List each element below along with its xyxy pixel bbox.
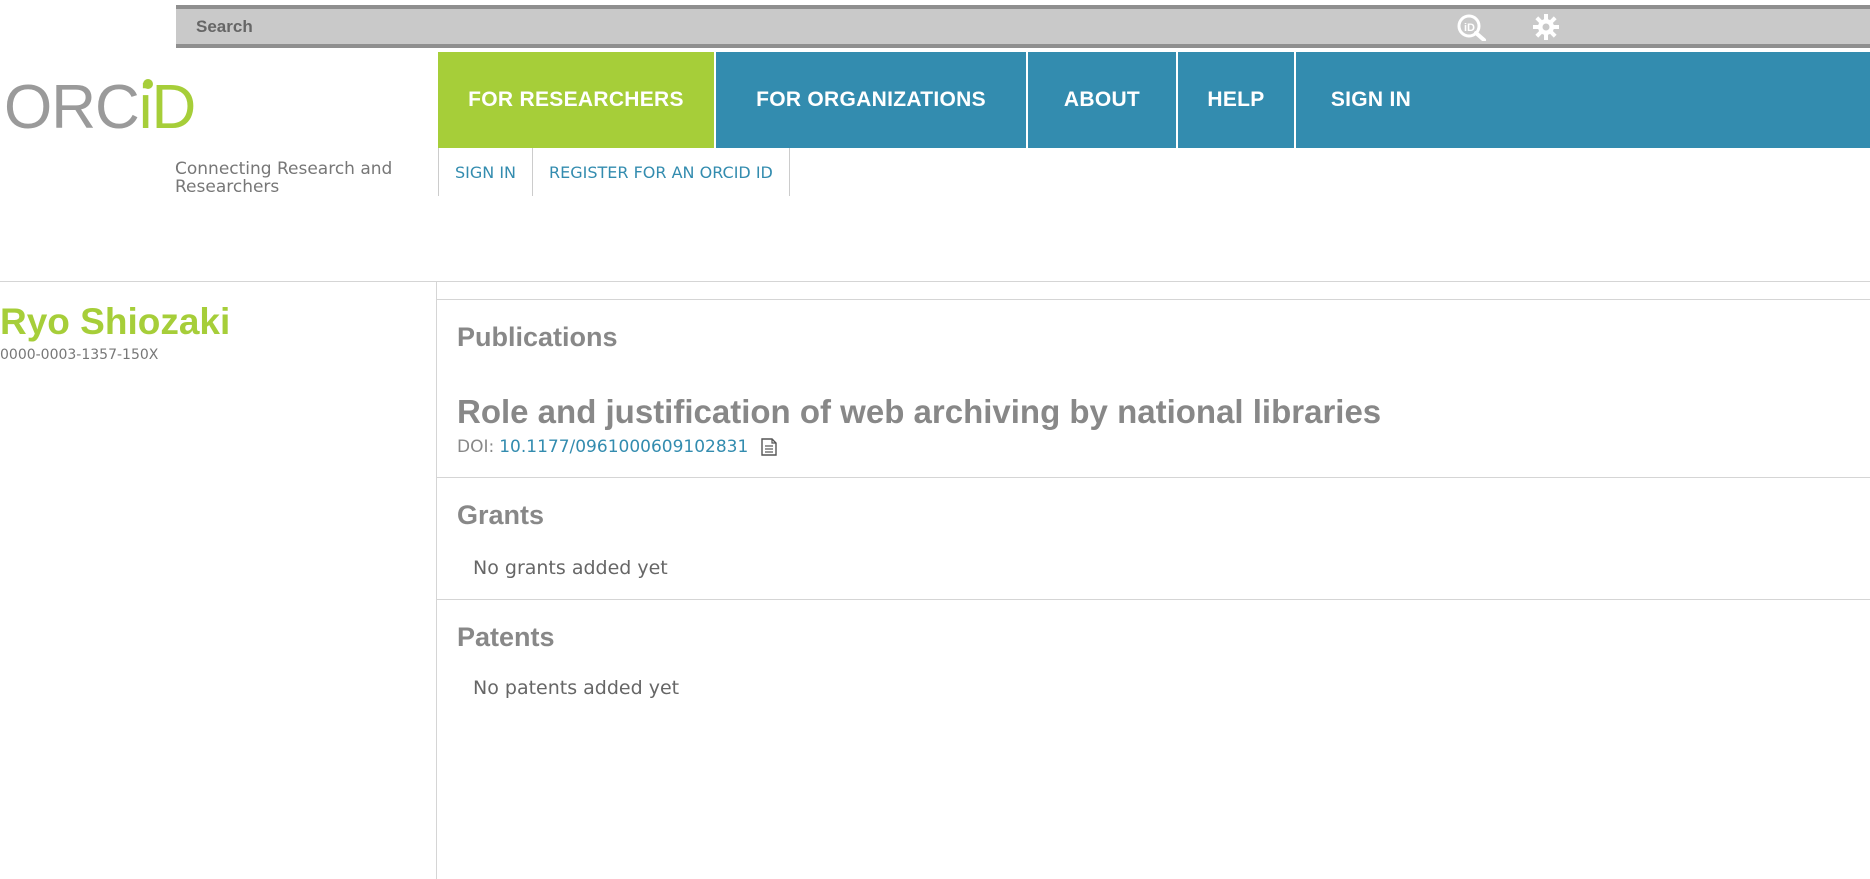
subnav-register[interactable]: REGISTER FOR AN ORCID ID xyxy=(533,148,790,196)
patents-empty-message: No patents added yet xyxy=(473,677,680,699)
logo-id-text: iD xyxy=(139,73,197,142)
nav-for-organizations[interactable]: FOR ORGANIZATIONS xyxy=(716,52,1028,148)
record-content: Publications Role and justification of w… xyxy=(436,282,1870,879)
nav-for-researchers[interactable]: FOR RESEARCHERS xyxy=(438,52,716,148)
nav-about[interactable]: ABOUT xyxy=(1028,52,1178,148)
document-icon[interactable] xyxy=(761,438,778,456)
search-input[interactable] xyxy=(176,9,1446,44)
orcid-search-icon[interactable]: iD xyxy=(1456,13,1488,41)
publication-doi: DOI: 10.1177/0961000609102831 xyxy=(457,437,778,457)
page: iD ORCiD Connecting Research and Researc… xyxy=(0,0,1870,879)
orcid-logo[interactable]: ORC iD xyxy=(4,68,254,148)
doi-link[interactable]: 10.1177/0961000609102831 xyxy=(499,437,748,457)
svg-text:iD: iD xyxy=(1464,22,1475,34)
person-name: Ryo Shiozaki xyxy=(0,301,231,342)
logo-dot-icon xyxy=(142,79,153,89)
nav-help[interactable]: HELP xyxy=(1178,52,1296,148)
publications-heading: Publications xyxy=(457,322,618,352)
grants-heading: Grants xyxy=(457,500,545,530)
patents-heading: Patents xyxy=(457,622,555,652)
orcid-id: 0000-0003-1357-150X xyxy=(0,347,159,363)
publication-title: Role and justification of web archiving … xyxy=(457,393,1382,430)
logo-tagline: Connecting Research and Researchers xyxy=(175,159,393,197)
divider xyxy=(437,477,1870,478)
gear-icon[interactable] xyxy=(1531,12,1561,42)
logo-orc-text: ORC xyxy=(4,73,140,142)
divider xyxy=(437,299,1870,300)
grants-empty-message: No grants added yet xyxy=(473,557,668,579)
subnav-sign-in[interactable]: SIGN IN xyxy=(438,148,534,196)
sub-nav: SIGN IN REGISTER FOR AN ORCID ID xyxy=(438,148,790,196)
nav-sign-in[interactable]: SIGN IN xyxy=(1296,52,1446,148)
main-nav: FOR RESEARCHERS FOR ORGANIZATIONS ABOUT … xyxy=(438,52,1870,148)
divider xyxy=(437,599,1870,600)
doi-label: DOI: xyxy=(457,437,495,457)
search-bar: iD xyxy=(176,5,1870,48)
